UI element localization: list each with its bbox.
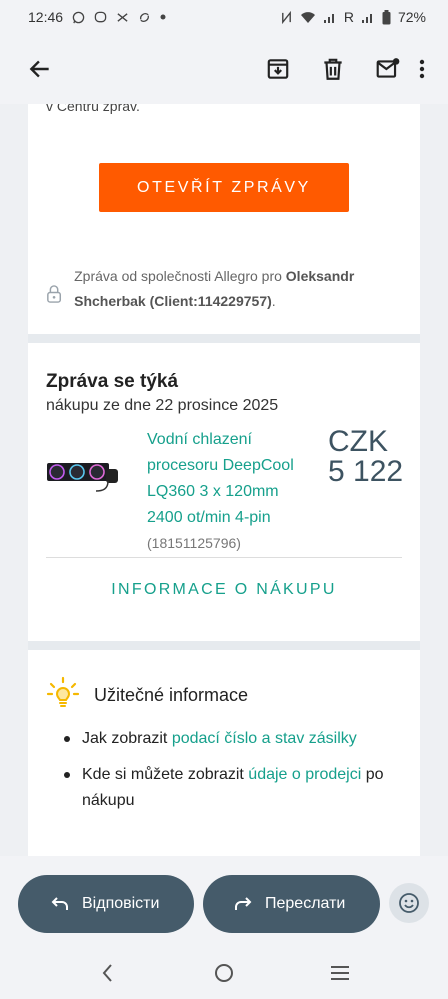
archive-button[interactable] — [256, 47, 300, 91]
mark-unread-icon — [376, 58, 400, 78]
battery-icon — [382, 9, 391, 24]
forward-icon — [235, 897, 252, 910]
more-options-button[interactable] — [410, 47, 434, 91]
forward-label: Переслати — [265, 895, 346, 912]
back-arrow-icon — [29, 60, 49, 78]
divider — [46, 557, 402, 558]
sender-info: Zpráva od společnosti Allegro pro Oleksa… — [46, 264, 400, 314]
mark-unread-button[interactable] — [366, 47, 410, 91]
battery-level: 72% — [397, 9, 426, 25]
list-item: Kde si můžete zobrazit údaje o prodejci … — [64, 762, 402, 814]
system-nav-bar — [0, 947, 448, 999]
signal-icon — [361, 13, 372, 23]
clock: 12:46 — [28, 9, 64, 25]
viber-icon — [94, 11, 107, 22]
nfc-icon — [281, 10, 291, 24]
product-image[interactable] — [46, 449, 120, 495]
sync-icon — [140, 12, 149, 22]
section-divider — [28, 641, 420, 650]
nav-back-icon[interactable] — [97, 962, 119, 984]
reply-label: Відповісти — [82, 895, 160, 912]
forward-button[interactable]: Переслати — [203, 875, 380, 933]
delete-icon — [324, 58, 342, 80]
purchase-info-link[interactable]: INFORMACE O NÁKUPU — [28, 581, 420, 599]
lock-icon — [47, 285, 62, 303]
open-messages-button[interactable]: OTEVŘÍT ZPRÁVY — [99, 163, 349, 212]
subject-title: Zpráva se týká — [46, 371, 179, 392]
product-id: (18151125796) — [147, 535, 241, 551]
archive-icon — [267, 59, 289, 79]
tracking-link[interactable]: podací číslo a stav zásilky — [172, 730, 357, 747]
nav-home-icon[interactable] — [213, 962, 235, 984]
back-button[interactable] — [18, 47, 62, 91]
signal-icon — [323, 13, 334, 23]
purchase-card: Zpráva se týká nákupu ze dne 22 prosince… — [28, 343, 420, 641]
emoji-reaction-button[interactable] — [389, 883, 429, 923]
price: CZK 5 122 — [328, 425, 404, 488]
useful-info-title: Užitečné informace — [94, 685, 249, 705]
whatsapp-icon — [72, 11, 85, 23]
dot-icon — [160, 14, 166, 20]
status-bar: 12:46 R 72% — [0, 0, 448, 34]
more-vert-icon — [419, 59, 425, 79]
seller-info-link[interactable]: údaje o prodejci — [248, 766, 361, 783]
section-divider — [28, 334, 420, 343]
useful-info-card: Užitečné informace Jak zobrazit podací č… — [28, 650, 420, 856]
lightbulb-icon — [46, 676, 80, 707]
list-item: Jak zobrazit podací číslo a stav zásilky — [64, 726, 402, 752]
subject-subtitle: nákupu ze dne 22 prosince 2025 — [46, 397, 279, 414]
sender-text: Zpráva od společnosti Allegro pro Oleksa… — [74, 268, 355, 309]
reply-icon — [51, 897, 68, 910]
delete-button[interactable] — [311, 47, 355, 91]
network-letter: R — [343, 9, 354, 25]
cropped-text: v Centru zpráv. — [46, 104, 140, 114]
email-body[interactable]: v Centru zpráv. OTEVŘÍT ZPRÁVY Zpráva od… — [9, 104, 439, 856]
app-icon — [117, 12, 128, 22]
smiley-icon — [399, 893, 419, 913]
nav-recents-icon[interactable] — [329, 962, 351, 984]
intro-card: v Centru zpráv. OTEVŘÍT ZPRÁVY Zpráva od… — [28, 104, 420, 334]
reply-button[interactable]: Відповісти — [18, 875, 194, 933]
product-link[interactable]: Vodní chlazení procesoru DeepCool LQ360 … — [147, 427, 312, 531]
top-app-bar — [0, 34, 448, 104]
useful-info-list: Jak zobrazit podací číslo a stav zásilky… — [64, 726, 402, 824]
action-bar: Відповісти Переслати — [0, 856, 448, 947]
wifi-icon — [300, 11, 315, 23]
